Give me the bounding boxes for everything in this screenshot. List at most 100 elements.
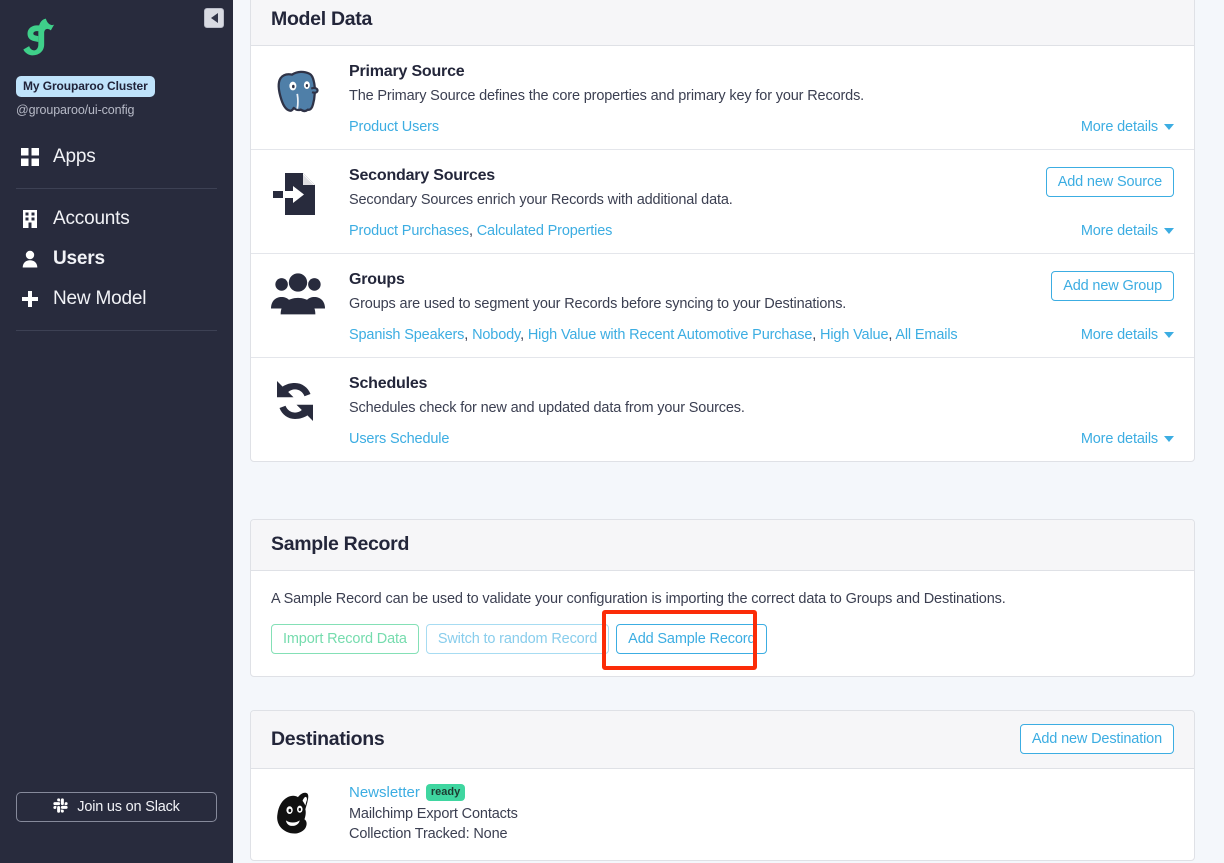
link-separator: , — [520, 327, 528, 343]
link-product-purchases[interactable]: Product Purchases — [349, 223, 469, 239]
sample-record-header: Sample Record — [251, 520, 1194, 571]
destination-collection: Collection Tracked: None — [349, 826, 508, 842]
sidebar-divider-bottom — [16, 330, 217, 331]
more-details-label: More details — [1080, 223, 1158, 239]
join-slack-button[interactable]: Join us on Slack — [16, 792, 217, 822]
secondary-sources-links: Product Purchases, Calculated Properties — [349, 223, 1032, 239]
chevron-down-icon — [1164, 332, 1174, 338]
more-details-label: More details — [1080, 327, 1158, 343]
add-new-destination-button[interactable]: Add new Destination — [1019, 724, 1174, 754]
main-content: Model Data Primary Source The Primary So… — [233, 0, 1224, 863]
sample-record-description: A Sample Record can be used to validate … — [271, 591, 1006, 607]
chevron-down-icon — [1164, 124, 1174, 130]
mailchimp-icon — [271, 784, 349, 842]
join-slack-label: Join us on Slack — [77, 799, 180, 815]
sidebar-nav: Apps Accounts Users New Model — [16, 137, 217, 341]
chevron-down-icon — [1164, 228, 1174, 234]
groups-links: Spanish Speakers, Nobody, High Value wit… — [349, 327, 1037, 343]
destinations-card: Destinations Add new Destination Newslet… — [250, 710, 1195, 861]
add-sample-record-button[interactable]: Add Sample Record — [616, 624, 768, 654]
link-nobody[interactable]: Nobody — [472, 327, 520, 343]
link-high-value[interactable]: High Value — [820, 327, 889, 343]
slack-icon — [53, 797, 68, 817]
sidebar-item-apps[interactable]: Apps — [16, 137, 217, 177]
row-title: Groups — [349, 271, 405, 288]
sidebar-item-accounts[interactable]: Accounts — [16, 199, 217, 239]
building-icon — [20, 210, 40, 228]
schedules-row: Schedules Schedules check for new and up… — [251, 358, 1194, 461]
row-title: Primary Source — [349, 63, 465, 80]
secondary-sources-body: Secondary Sources Secondary Sources enri… — [349, 167, 1032, 239]
more-details-toggle[interactable]: More details — [1081, 223, 1174, 239]
more-details-toggle[interactable]: More details — [1081, 431, 1174, 447]
destination-row: Newsletter ready Mailchimp Export Contact… — [251, 769, 1194, 860]
link-all-emails[interactable]: All Emails — [895, 327, 957, 343]
destinations-header: Destinations Add new Destination — [251, 711, 1194, 769]
schedules-links: Users Schedule — [349, 431, 1067, 447]
row-title: Schedules — [349, 375, 428, 392]
link-spanish-speakers[interactable]: Spanish Speakers — [349, 327, 464, 343]
sidebar: My Grouparoo Cluster @grouparoo/ui-confi… — [0, 0, 233, 863]
row-description: Schedules check for new and updated data… — [349, 400, 745, 416]
sidebar-item-label: Apps — [53, 146, 96, 167]
page-title: Model Data — [271, 8, 373, 30]
destination-name-link[interactable]: Newsletter — [349, 784, 420, 801]
sidebar-collapse-button[interactable] — [204, 8, 224, 28]
more-details-label: More details — [1080, 119, 1158, 135]
chevron-left-icon — [210, 13, 218, 23]
primary-source-links: Product Users — [349, 119, 1067, 135]
sidebar-item-users[interactable]: Users — [16, 239, 217, 279]
app-root: My Grouparoo Cluster @grouparoo/ui-confi… — [0, 0, 1224, 863]
switch-to-random-record-button[interactable]: Switch to random Record — [425, 624, 610, 654]
status-badge: ready — [425, 784, 466, 801]
plus-icon — [20, 290, 40, 308]
sample-record-body: A Sample Record can be used to validate … — [251, 571, 1194, 676]
postgres-elephant-icon — [271, 63, 349, 135]
sidebar-item-label: Users — [53, 248, 105, 269]
secondary-sources-actions: Add new Source More details — [1032, 167, 1174, 239]
add-new-group-button[interactable]: Add new Group — [1051, 271, 1174, 301]
destination-name-line: Newsletter ready — [349, 784, 1174, 802]
sample-record-card: Sample Record A Sample Record can be use… — [250, 519, 1195, 677]
link-product-users[interactable]: Product Users — [349, 119, 439, 135]
primary-source-row: Primary Source The Primary Source define… — [251, 46, 1194, 150]
refresh-sync-icon — [271, 375, 349, 447]
link-separator: , — [812, 327, 821, 343]
row-description: The Primary Source defines the core prop… — [349, 88, 865, 104]
sample-record-title: Sample Record — [271, 533, 410, 555]
row-description: Groups are used to segment your Records … — [349, 296, 847, 312]
sidebar-item-label: New Model — [53, 288, 147, 309]
link-separator: , — [464, 327, 473, 343]
link-users-schedule[interactable]: Users Schedule — [349, 431, 449, 447]
destination-subtitle: Mailchimp Export Contacts — [349, 806, 518, 822]
row-title: Secondary Sources — [349, 167, 495, 184]
sidebar-item-new-model[interactable]: New Model — [16, 279, 217, 319]
chevron-down-icon — [1164, 436, 1174, 442]
schedules-actions: More details — [1067, 375, 1174, 447]
more-details-toggle[interactable]: More details — [1081, 327, 1174, 343]
secondary-sources-row: Secondary Sources Secondary Sources enri… — [251, 150, 1194, 254]
link-calculated-properties[interactable]: Calculated Properties — [477, 223, 613, 239]
link-high-value-recent-automotive-purchase[interactable]: High Value with Recent Automotive Purcha… — [528, 327, 813, 343]
primary-source-actions: More details — [1067, 63, 1174, 135]
cluster-badge[interactable]: My Grouparoo Cluster — [16, 76, 155, 97]
groups-row: Groups Groups are used to segment your R… — [251, 254, 1194, 358]
import-record-data-button[interactable]: Import Record Data — [271, 624, 419, 654]
group-people-icon — [271, 271, 349, 343]
user-icon — [20, 250, 40, 268]
import-file-icon — [271, 167, 349, 239]
schedules-body: Schedules Schedules check for new and up… — [349, 375, 1067, 447]
destinations-title: Destinations — [271, 727, 385, 750]
destination-body: Newsletter ready Mailchimp Export Contact… — [349, 784, 1174, 842]
add-new-source-button[interactable]: Add new Source — [1045, 167, 1174, 197]
model-data-card: Model Data Primary Source The Primary So… — [250, 0, 1195, 462]
groups-actions: Add new Group More details — [1037, 271, 1174, 343]
primary-source-body: Primary Source The Primary Source define… — [349, 63, 1067, 135]
grouparoo-logo — [23, 18, 55, 56]
more-details-toggle[interactable]: More details — [1081, 119, 1174, 135]
row-description: Secondary Sources enrich your Records wi… — [349, 192, 733, 208]
sample-record-actions: Import Record Data Switch to random Reco… — [271, 610, 1174, 670]
more-details-label: More details — [1080, 431, 1158, 447]
model-data-header: Model Data — [251, 0, 1194, 46]
